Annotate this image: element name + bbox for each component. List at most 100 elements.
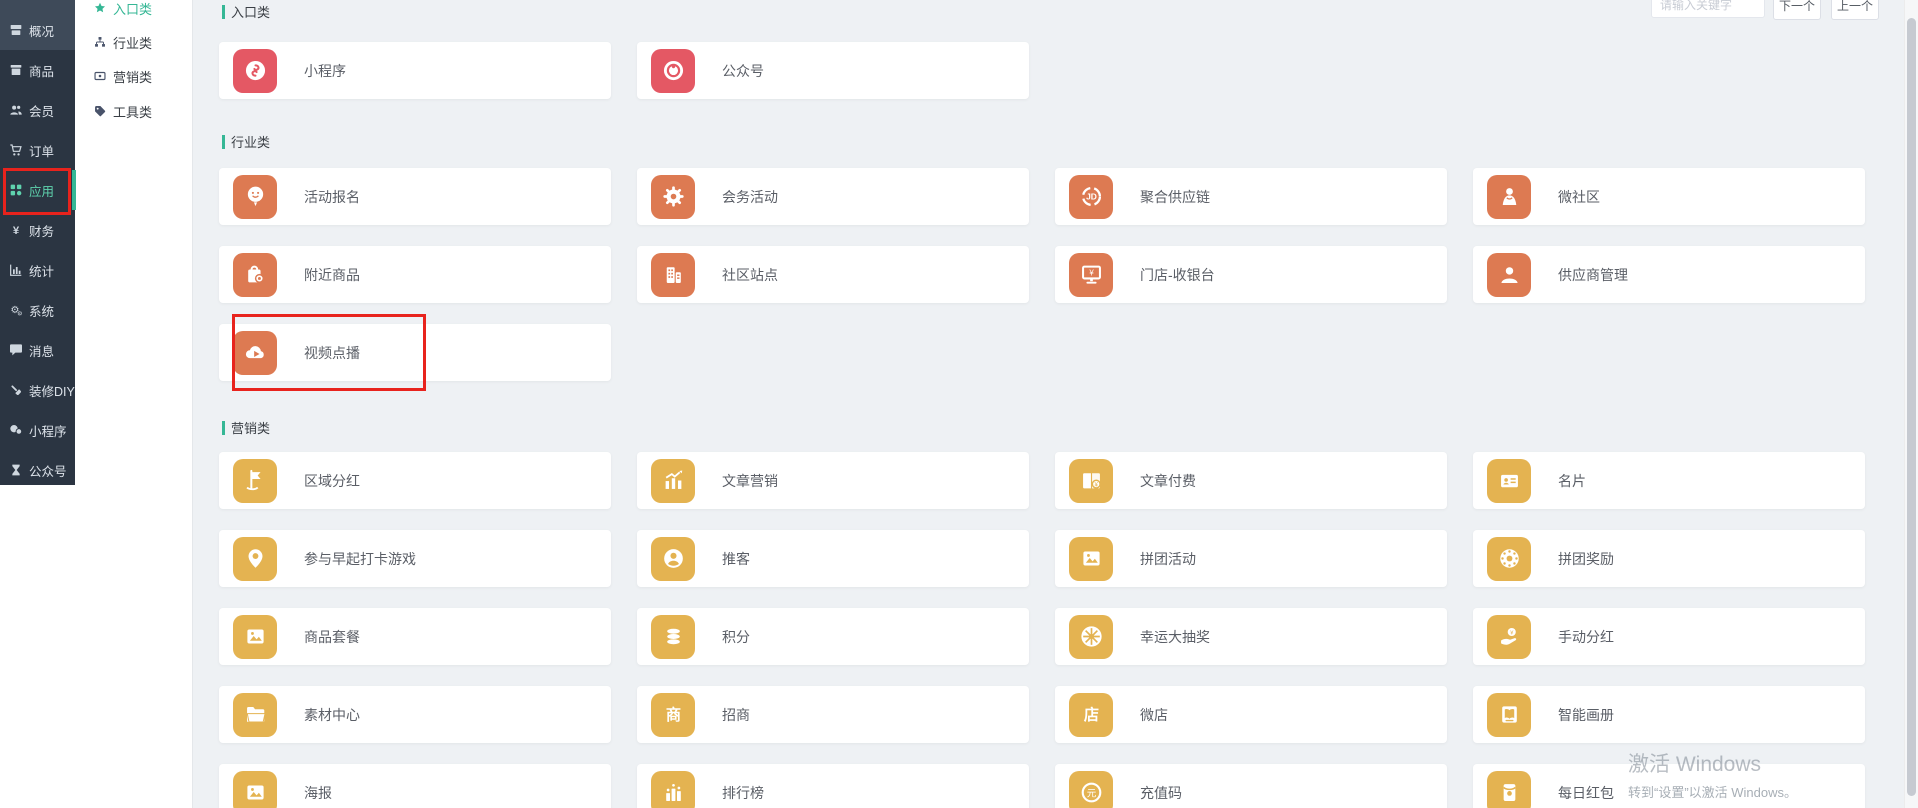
app-card-supplier[interactable]: 供应商管理: [1473, 246, 1865, 303]
app-card-label: 小程序: [304, 61, 346, 81]
svg-text:¥: ¥: [1094, 482, 1098, 489]
members-icon: [8, 102, 24, 118]
sidebar-item-goods[interactable]: 商品: [0, 50, 75, 90]
app-card-red-packet[interactable]: 每日红包: [1473, 764, 1865, 808]
app-card-label: 区域分红: [304, 471, 360, 491]
app-card-recharge-code[interactable]: 元充值码: [1055, 764, 1447, 808]
app-card-label: 微社区: [1558, 187, 1600, 207]
conference-icon: [651, 175, 695, 219]
search-input[interactable]: [1651, 0, 1765, 18]
apps-icon: [8, 182, 24, 198]
sidebar-item-label: 概况: [29, 21, 54, 40]
app-card-label: 微店: [1140, 705, 1168, 725]
poster-icon: [233, 771, 277, 808]
app-card-promoter[interactable]: 推客: [637, 530, 1029, 587]
sidebar-item-apps[interactable]: 应用: [0, 170, 75, 210]
scrollbar-track[interactable]: [1904, 0, 1918, 808]
category-item-tool[interactable]: 工具类: [75, 96, 192, 126]
sidebar-item-label: 商品: [29, 61, 54, 80]
sidebar-item-diy[interactable]: 装修DIY: [0, 370, 75, 410]
app-card-business-card[interactable]: 名片: [1473, 452, 1865, 509]
app-card-label: 商品套餐: [304, 627, 360, 647]
app-card-material-center[interactable]: 素材中心: [219, 686, 611, 743]
app-card-event-signup[interactable]: 活动报名: [219, 168, 611, 225]
sidebar-item-stats[interactable]: 统计: [0, 250, 75, 290]
category-panel: 入口类行业类营销类工具类: [75, 0, 193, 808]
app-card-community[interactable]: 微社区: [1473, 168, 1865, 225]
messages-icon: [8, 342, 24, 358]
sidebar-item-label: 公众号: [29, 461, 67, 480]
app-card-community-site[interactable]: 社区站点: [637, 246, 1029, 303]
category-item-marketing[interactable]: 营销类: [75, 61, 192, 91]
scrollbar-thumb[interactable]: [1907, 18, 1916, 796]
event-signup-icon: [233, 175, 277, 219]
article-marketing-icon: [651, 459, 695, 503]
section-header-marketing: 营销类: [222, 420, 270, 435]
supplier-icon: [1487, 253, 1531, 297]
category-item-industry[interactable]: 行业类: [75, 27, 192, 57]
product-package-icon: [233, 615, 277, 659]
sidebar-item-messages[interactable]: 消息: [0, 330, 75, 370]
app-card-manual-dividend[interactable]: ¥手动分红: [1473, 608, 1865, 665]
sidebar-item-system[interactable]: ⚙⚙ 系统: [0, 290, 75, 330]
category-item-entry[interactable]: 入口类: [75, 0, 192, 23]
system-icon: ⚙⚙: [8, 302, 24, 318]
article-pay-icon: ¥: [1069, 459, 1113, 503]
app-card-article-marketing[interactable]: 文章营销: [637, 452, 1029, 509]
app-card-mini-program[interactable]: 小程序: [219, 42, 611, 99]
app-card-merchants[interactable]: 商招商: [637, 686, 1029, 743]
app-card-poster[interactable]: 海报: [219, 764, 611, 808]
lucky-draw-icon: [1069, 615, 1113, 659]
app-card-video-on-demand[interactable]: 视频点播: [219, 324, 611, 381]
app-card-article-pay[interactable]: ¥文章付费: [1055, 452, 1447, 509]
official-icon: [8, 462, 24, 478]
section-header-industry: 行业类: [222, 134, 270, 149]
overview-icon: [8, 22, 24, 38]
app-card-product-package[interactable]: 商品套餐: [219, 608, 611, 665]
app-card-region-dividend[interactable]: 区域分红: [219, 452, 611, 509]
prev-button[interactable]: 上一个: [1831, 0, 1879, 20]
svg-text:JD: JD: [1086, 192, 1097, 202]
manual-dividend-icon: ¥: [1487, 615, 1531, 659]
app-card-micro-store[interactable]: 店微店: [1055, 686, 1447, 743]
sidebar-item-miniapp[interactable]: 小程序: [0, 410, 75, 450]
svg-text:¥: ¥: [13, 225, 20, 237]
orders-icon: [8, 142, 24, 158]
sidebar-item-label: 消息: [29, 341, 54, 360]
app-card-label: 积分: [722, 627, 750, 647]
app-card-ranking[interactable]: 排行榜: [637, 764, 1029, 808]
app-card-conference[interactable]: 会务活动: [637, 168, 1029, 225]
official-account-icon: [651, 49, 695, 93]
next-button[interactable]: 下一个: [1773, 0, 1821, 20]
red-packet-icon: [1487, 771, 1531, 808]
sidebar-item-members[interactable]: 会员: [0, 90, 75, 130]
mini-program-icon: [233, 49, 277, 93]
app-card-group-buy[interactable]: 拼团活动: [1055, 530, 1447, 587]
app-card-checkin-game[interactable]: 参与早起打卡游戏: [219, 530, 611, 587]
app-card-store-cashier[interactable]: ¥门店-收银台: [1055, 246, 1447, 303]
sidebar-item-overview[interactable]: 概况: [0, 10, 75, 50]
app-card-official-account[interactable]: 公众号: [637, 42, 1029, 99]
points-icon: [651, 615, 695, 659]
sidebar-item-finance[interactable]: ¥财务: [0, 210, 75, 250]
cat-industry-icon: [93, 35, 107, 49]
category-item-label: 营销类: [113, 67, 152, 86]
miniapp-icon: [8, 422, 24, 438]
sidebar-item-official[interactable]: 公众号: [0, 450, 75, 490]
cat-tool-icon: [93, 104, 107, 118]
app-card-nearby-goods[interactable]: 附近商品: [219, 246, 611, 303]
sidebar-item-label: 系统: [29, 301, 54, 320]
app-card-smart-album[interactable]: 智能画册: [1473, 686, 1865, 743]
sidebar-item-orders[interactable]: 订单: [0, 130, 75, 170]
sidebar-item-label: 会员: [29, 101, 54, 120]
app-card-lucky-draw[interactable]: 幸运大抽奖: [1055, 608, 1447, 665]
app-card-label: 附近商品: [304, 265, 360, 285]
app-card-points[interactable]: 积分: [637, 608, 1029, 665]
app-card-group-reward[interactable]: 拼团奖励: [1473, 530, 1865, 587]
app-card-supply-chain[interactable]: JD聚合供应链: [1055, 168, 1447, 225]
svg-text:⚙: ⚙: [17, 311, 22, 318]
sidebar-item-label: 应用: [29, 181, 54, 200]
merchants-icon: 商: [651, 693, 695, 737]
section-accent-bar: [222, 135, 225, 149]
section-accent-bar: [222, 421, 225, 435]
